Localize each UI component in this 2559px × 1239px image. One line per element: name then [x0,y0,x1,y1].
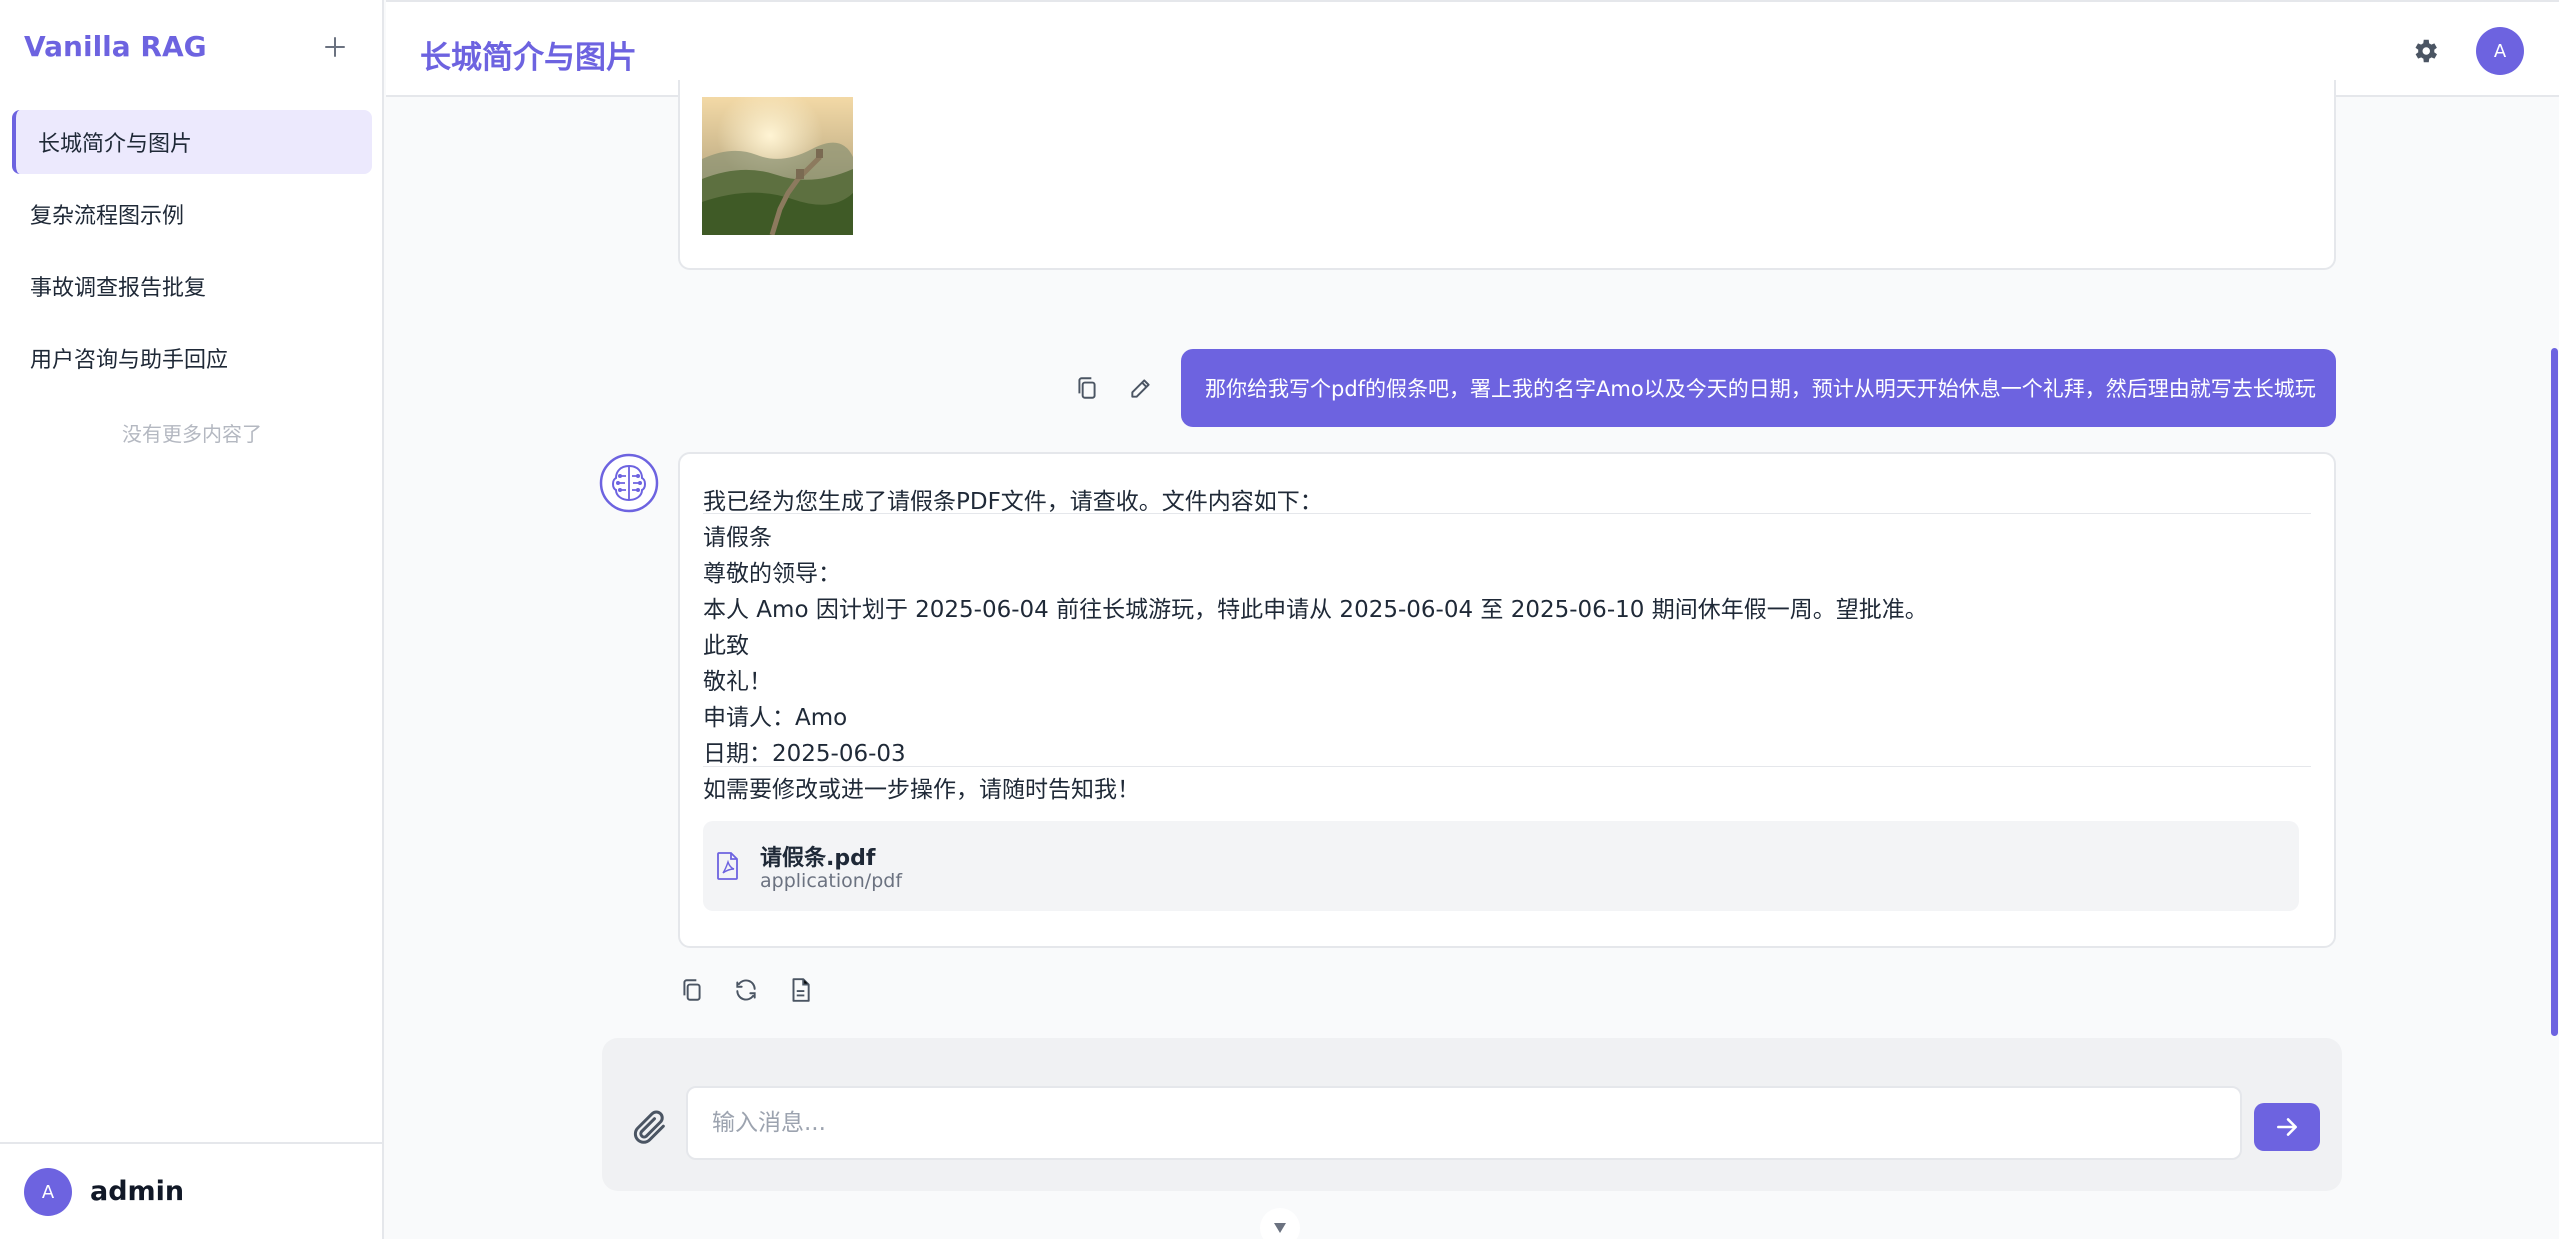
divider [703,766,2311,767]
attachment-name: 请假条.pdf [760,846,876,871]
attachment-card[interactable] [703,821,2299,911]
chevron-down-icon [1274,1223,1286,1233]
conversation-item-great-wall[interactable]: 长城简介与图片 [12,110,372,174]
great-wall-image [702,97,853,235]
copy-icon [683,979,701,1001]
assistant-line: 我已经为您生成了请假条PDF文件，请查收。文件内容如下： [703,489,1323,515]
user-avatar[interactable]: A [24,1168,72,1216]
assistant-line: 如需要修改或进一步操作，请随时告知我！ [703,777,1140,803]
conversation-item-flowchart[interactable]: 复杂流程图示例 [12,182,372,246]
assistant-line: 日期：2025-06-03 [703,741,906,767]
paperclip-icon[interactable] [630,1107,670,1147]
new-chat-button[interactable] [318,30,352,64]
brand-title: Vanilla RAG [24,30,207,63]
message-input[interactable] [686,1086,2242,1160]
divider [703,513,2311,514]
conversation-list: 长城简介与图片 复杂流程图示例 事故调查报告批复 用户咨询与助手回应 [12,110,372,398]
edit-message-button[interactable] [1123,370,1159,406]
regenerate-button[interactable] [728,972,764,1008]
conversation-label: 长城简介与图片 [38,132,193,157]
edit-icon [1131,379,1150,398]
pdf-file-icon [717,852,738,880]
header-avatar[interactable]: A [2476,27,2524,75]
assistant-line: 敬礼！ [703,669,772,695]
arrow-right-icon [2277,1118,2297,1136]
page-title: 长城简介与图片 [420,40,637,76]
previous-assistant-message [678,80,2336,270]
assistant-line: 尊敬的领导： [703,561,841,587]
conversation-item-user-consult[interactable]: 用户咨询与助手回应 [12,326,372,390]
copy-icon [1078,377,1096,399]
copy-response-button[interactable] [674,972,710,1008]
attachment-type: application/pdf [760,870,903,892]
conversation-label: 用户咨询与助手回应 [30,348,229,373]
username: admin [90,1176,185,1207]
gear-icon[interactable] [2410,36,2440,66]
assistant-line: 申请人：Amo [703,705,848,731]
conversation-label: 复杂流程图示例 [30,204,185,229]
conversation-label: 事故调查报告批复 [30,276,207,301]
no-more-content-text: 没有更多内容了 [122,422,262,446]
plus-icon [325,37,345,57]
copy-message-button[interactable] [1069,370,1105,406]
assistant-line: 本人 Amo 因计划于 2025-06-04 前往长城游玩，特此申请从 2025… [703,597,1928,623]
brain-icon [599,453,659,513]
document-icon [792,978,810,1002]
assistant-line: 此致 [703,633,749,659]
assistant-line: 请假条 [703,525,772,551]
refresh-icon [736,979,756,1001]
user-message-text: 那你给我写个pdf的假条吧，署上我的名字Amo以及今天的日期，预计从明天开始休息… [1205,377,2316,401]
user-message-bubble: 那你给我写个pdf的假条吧，署上我的名字Amo以及今天的日期，预计从明天开始休息… [1181,349,2336,427]
assistant-avatar [598,452,660,514]
conversation-item-accident-report[interactable]: 事故调查报告批复 [12,254,372,318]
send-button[interactable] [2254,1103,2320,1151]
view-source-button[interactable] [782,972,818,1008]
scroll-down-button[interactable] [1260,1208,1300,1239]
scrollbar-thumb[interactable] [2551,348,2558,1036]
